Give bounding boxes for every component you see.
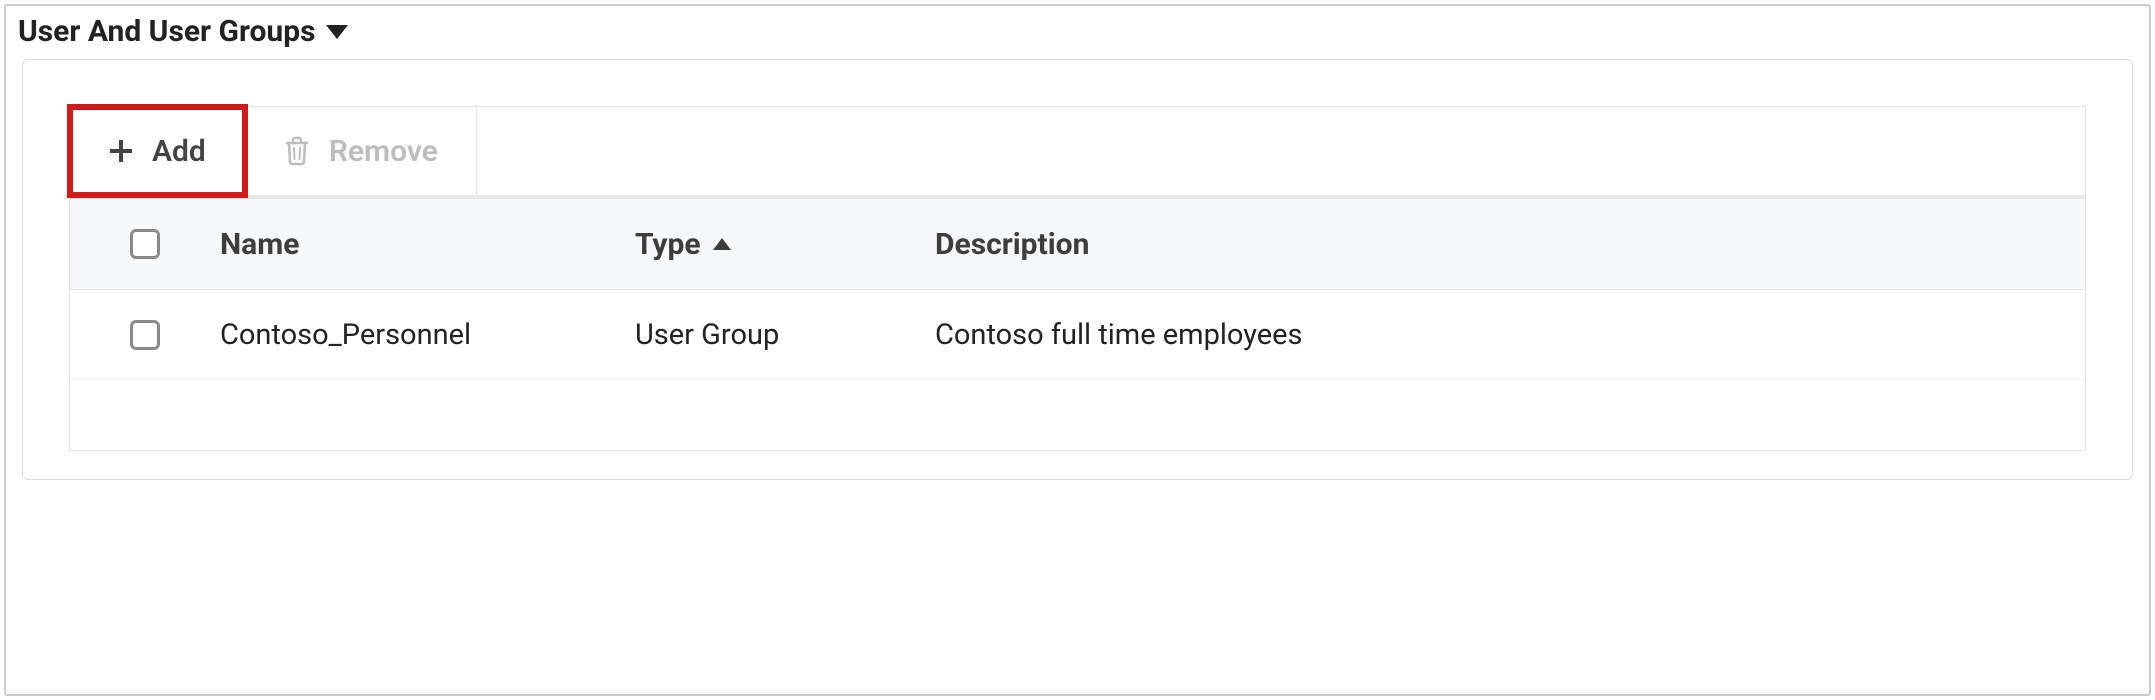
column-header-type[interactable]: Type [635,227,935,262]
plus-icon [108,138,134,164]
row-type: User Group [635,318,935,352]
select-all-checkbox[interactable] [130,229,160,259]
panel-header[interactable]: User And User Groups [6,6,2149,53]
row-description: Contoso full time employees [935,318,2085,352]
table-row[interactable]: Contoso_Personnel User Group Contoso ful… [70,290,2085,380]
row-name: Contoso_Personnel [220,318,635,352]
column-header-name-label: Name [220,227,299,262]
table: Name Type Description [69,198,2086,451]
header-checkbox-cell [70,229,220,259]
table-header-row: Name Type Description [70,198,2085,290]
panel-container: User And User Groups Add [4,4,2151,696]
toolbar-spacer [477,107,2085,195]
remove-button-label: Remove [329,134,438,169]
chevron-down-icon [326,25,348,39]
add-button[interactable]: Add [70,107,245,195]
column-header-type-label: Type [635,227,701,262]
trash-icon [283,136,311,166]
remove-button: Remove [245,107,477,195]
panel-title: User And User Groups [18,14,316,49]
sort-asc-icon [713,238,731,250]
table-body: Contoso_Personnel User Group Contoso ful… [70,290,2085,450]
inner-container: Add Remove [22,59,2133,480]
toolbar: Add Remove [69,106,2086,198]
column-header-description[interactable]: Description [935,227,2085,262]
column-header-name[interactable]: Name [220,227,635,262]
column-header-description-label: Description [935,227,1089,262]
row-checkbox[interactable] [130,320,160,350]
row-checkbox-cell [70,320,220,350]
add-button-label: Add [152,134,206,169]
